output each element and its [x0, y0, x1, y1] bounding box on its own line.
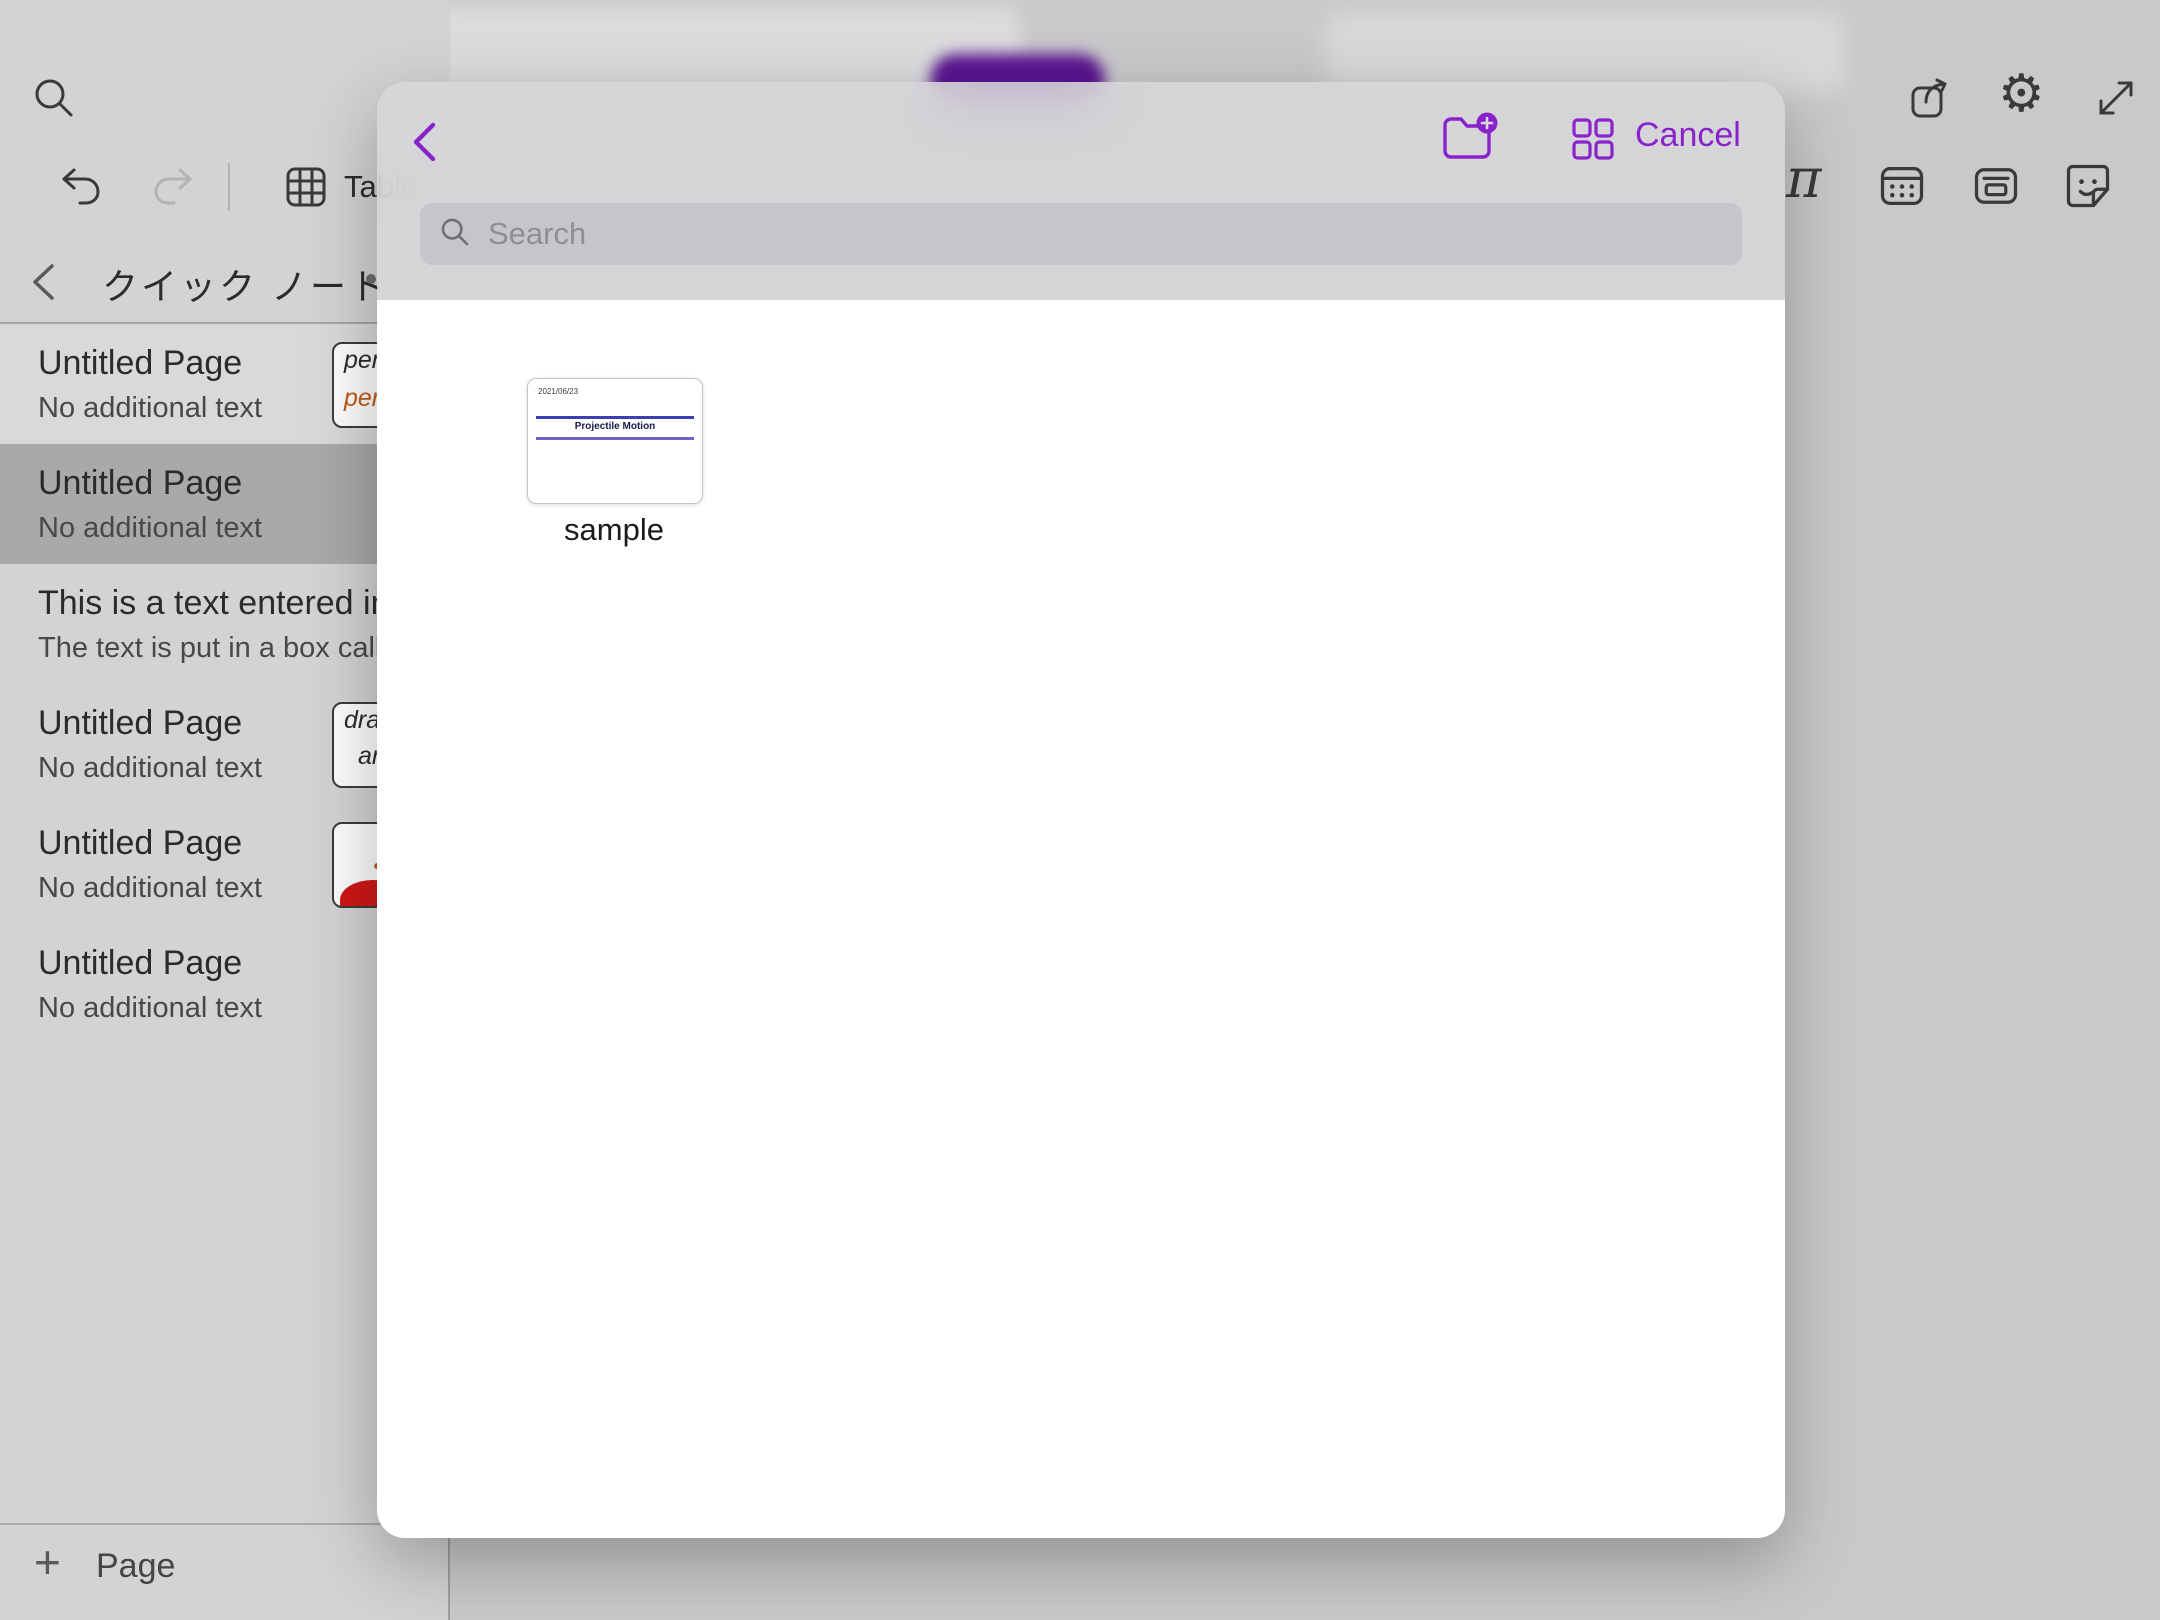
- grid-view-icon: [1569, 115, 1617, 163]
- preview-date: 2021/06/23: [538, 387, 578, 396]
- page-subtitle: No additional text: [38, 992, 262, 1025]
- table-icon: [282, 163, 330, 211]
- more-menu-icon[interactable]: [366, 274, 376, 284]
- search-icon: [438, 215, 472, 254]
- notebook-title: クイック ノート: [102, 258, 388, 310]
- back-chevron-icon: [28, 262, 58, 302]
- preview-rule: [536, 437, 694, 440]
- file-picker-content: 2021/06/23 Projectile Motion sample: [377, 300, 1785, 1538]
- pi-icon: π: [1786, 147, 1822, 210]
- redo-button[interactable]: [148, 163, 196, 211]
- cancel-button[interactable]: Cancel: [1635, 116, 1741, 155]
- file-picker-header: Cancel: [377, 82, 1785, 300]
- grid-view-button[interactable]: [1569, 115, 1617, 163]
- page-subtitle: No additional text: [38, 752, 262, 785]
- keypad-icon: [1876, 160, 1928, 212]
- page-title: This is a text entered in: [38, 584, 390, 623]
- page-title: Untitled Page: [38, 464, 242, 503]
- page-title: Untitled Page: [38, 944, 242, 983]
- share-button[interactable]: [1906, 74, 1954, 122]
- page-subtitle: No additional text: [38, 872, 262, 905]
- modal-back-button[interactable]: [409, 120, 439, 164]
- add-page-label: Page: [96, 1547, 175, 1586]
- expand-button[interactable]: [2092, 74, 2140, 122]
- add-page-button[interactable]: + Page: [0, 1525, 448, 1620]
- preview-rule: [536, 416, 694, 419]
- page-title: Untitled Page: [38, 704, 242, 743]
- keypad-button[interactable]: [1876, 160, 1928, 212]
- toolbar-divider: [228, 163, 230, 211]
- search-icon: [30, 74, 78, 122]
- plus-icon: +: [34, 1539, 61, 1585]
- background-tab: [1325, 12, 1845, 92]
- add-folder-icon: [1439, 110, 1499, 166]
- sidebar-back-button[interactable]: [28, 262, 58, 302]
- page-title: Untitled Page: [38, 824, 242, 863]
- file-item-sample[interactable]: 2021/06/23 Projectile Motion: [527, 378, 703, 504]
- app-screen: Table ⚙ π クイック ノート: [0, 0, 2160, 1620]
- handwriting-text: dra: [344, 706, 380, 735]
- file-name-label: sample: [527, 512, 701, 548]
- file-picker-modal: 2021/06/23 Projectile Motion sample: [377, 82, 1785, 1538]
- page-subtitle: No additional text: [38, 512, 262, 545]
- settings-button[interactable]: ⚙: [1998, 68, 2045, 120]
- back-chevron-icon: [409, 120, 439, 164]
- math-button[interactable]: π: [1786, 152, 1822, 206]
- undo-button[interactable]: [58, 163, 106, 211]
- undo-icon: [58, 163, 106, 211]
- search-button[interactable]: [30, 74, 78, 122]
- sticker-icon: [2062, 160, 2114, 212]
- share-icon: [1906, 74, 1954, 122]
- page-subtitle: No additional text: [38, 392, 262, 425]
- redo-icon: [148, 163, 196, 211]
- flashcard-icon: [1970, 160, 2022, 212]
- preview-title: Projectile Motion: [528, 421, 702, 432]
- search-input[interactable]: [486, 215, 1724, 253]
- expand-icon: [2092, 74, 2140, 122]
- sticker-button[interactable]: [2062, 160, 2114, 212]
- page-subtitle: The text is put in a box called: [38, 632, 414, 665]
- search-field: [420, 203, 1742, 265]
- flashcard-button[interactable]: [1970, 160, 2022, 212]
- new-folder-button[interactable]: [1439, 110, 1499, 166]
- gear-icon: ⚙: [1998, 65, 2045, 123]
- page-title: Untitled Page: [38, 344, 242, 383]
